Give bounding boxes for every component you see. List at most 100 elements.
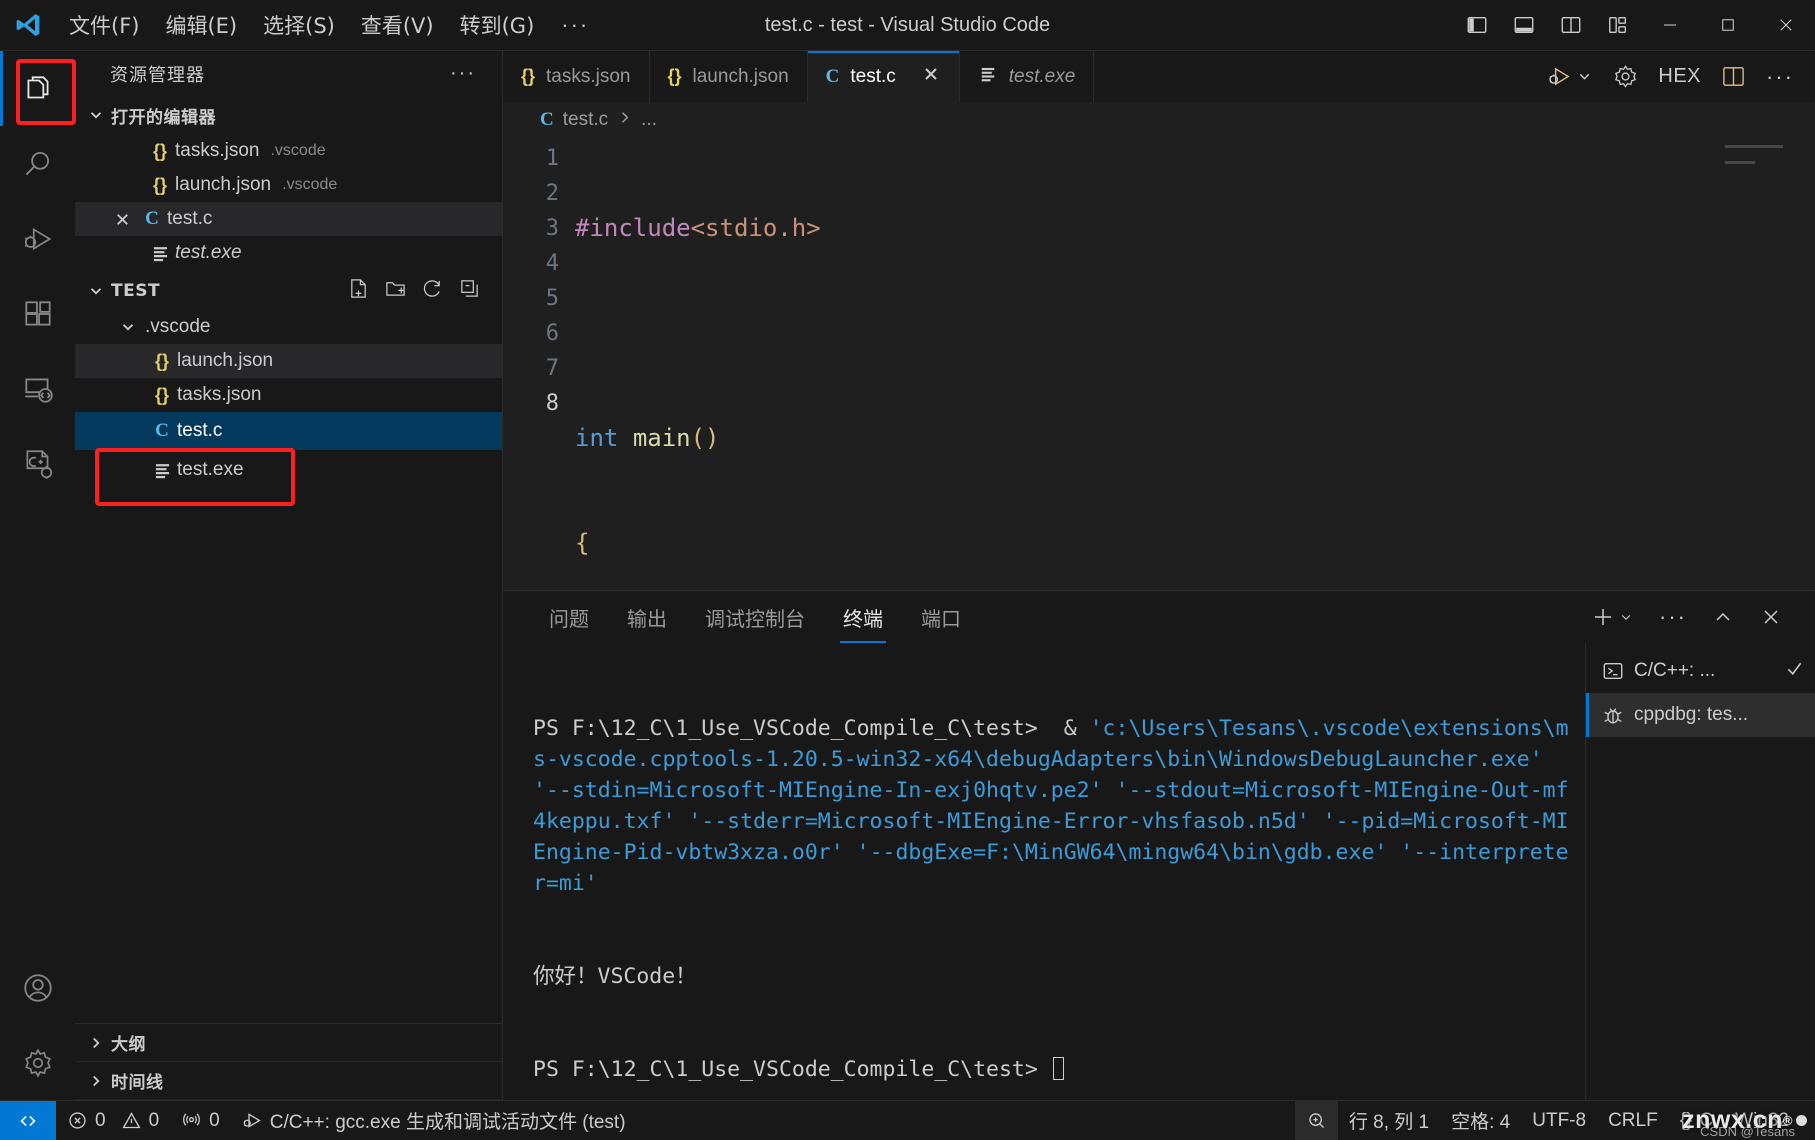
activitybar-item-run-debug[interactable] <box>0 201 75 276</box>
json-file-icon: {} <box>152 140 167 161</box>
line-number: 7 <box>545 356 559 381</box>
panel-tab-problems[interactable]: 问题 <box>533 591 605 643</box>
new-folder-icon[interactable] <box>385 278 406 304</box>
tree-item-test-c[interactable]: C test.c <box>75 412 502 450</box>
minimap[interactable] <box>1725 145 1795 205</box>
panel-tab-terminal[interactable]: 终端 <box>827 591 899 643</box>
open-editor-row[interactable]: {} tasks.json .vscode <box>75 134 502 168</box>
hex-editor-button[interactable]: HEX <box>1651 57 1708 96</box>
collapse-all-icon[interactable] <box>459 278 480 304</box>
tab-tasks-json[interactable]: {} tasks.json <box>503 51 650 102</box>
close-icon[interactable] <box>107 210 137 229</box>
panel-tab-debug-console[interactable]: 调试控制台 <box>689 591 821 643</box>
breadcrumb-rest[interactable]: ... <box>641 109 657 131</box>
panel-more-button[interactable]: ··· <box>1649 597 1697 637</box>
tab-close-icon[interactable] <box>921 64 941 90</box>
section-open-editors-label: 打开的编辑器 <box>111 107 216 128</box>
activitybar-item-cpp-config[interactable] <box>0 426 75 501</box>
tree-item-label: test.c <box>177 420 223 441</box>
status-cursor-position[interactable]: 行 8, 列 1 <box>1338 1101 1440 1140</box>
window-maximize-button[interactable] <box>1699 0 1757 50</box>
json-file-icon: {} <box>667 66 682 86</box>
code-editor[interactable]: 1 2 3 4 5 6 7 8 #include<stdio.h> int ma… <box>503 137 1815 590</box>
menu-bar: 文件(F) 编辑(E) 选择(S) 查看(V) 转到(G) ··· <box>56 4 603 46</box>
menu-selection[interactable]: 选择(S) <box>250 4 348 46</box>
new-terminal-button[interactable] <box>1581 598 1645 636</box>
activitybar-item-explorer[interactable] <box>0 51 75 126</box>
menu-goto[interactable]: 转到(G) <box>447 4 548 46</box>
breadcrumb[interactable]: C test.c ... <box>503 102 1815 137</box>
panel-close-button[interactable] <box>1749 598 1793 636</box>
status-platform[interactable]: Win32 <box>1724 1101 1815 1140</box>
tab-label: tasks.json <box>546 65 631 87</box>
tree-item-label: .vscode <box>145 316 211 337</box>
activitybar-item-search[interactable] <box>0 126 75 201</box>
open-editor-row[interactable]: test.exe <box>75 236 502 270</box>
status-active-task[interactable]: C/C++: gcc.exe 生成和调试活动文件 (test) <box>231 1101 637 1140</box>
menu-more-button[interactable]: ··· <box>547 8 603 42</box>
activitybar-item-manage[interactable] <box>0 1025 75 1100</box>
terminal-session-cpp-build[interactable]: C/C++: ... <box>1586 649 1815 693</box>
terminal-output[interactable]: PS F:\12_C\1_Use_VSCode_Compile_C\test> … <box>503 643 1585 1100</box>
toggle-panel-icon[interactable] <box>1500 0 1547 50</box>
tree-item-vscode-folder[interactable]: .vscode <box>75 310 502 344</box>
status-encoding[interactable]: UTF-8 <box>1521 1101 1597 1140</box>
open-editor-row-active[interactable]: C test.c <box>75 202 502 236</box>
chevron-down-icon <box>117 316 139 338</box>
activitybar-item-account[interactable] <box>0 950 75 1025</box>
new-file-icon[interactable] <box>348 278 369 304</box>
editor-scrollbar[interactable] <box>1801 137 1815 590</box>
status-problems[interactable]: 0 0 <box>56 1101 170 1140</box>
breadcrumb-file[interactable]: test.c <box>563 109 608 131</box>
status-indentation[interactable]: 空格: 4 <box>1440 1101 1521 1140</box>
tree-item-test-exe[interactable]: test.exe <box>75 450 502 490</box>
panel-actions: ··· <box>1581 597 1815 637</box>
section-project-test[interactable]: TEST <box>75 272 502 310</box>
status-eol[interactable]: CRLF <box>1597 1101 1669 1140</box>
toggle-secondary-sidebar-icon[interactable] <box>1547 0 1594 50</box>
remote-window-button[interactable] <box>0 1101 56 1140</box>
panel-tab-ports[interactable]: 端口 <box>905 591 977 643</box>
settings-gear-button[interactable] <box>1606 56 1645 97</box>
tab-launch-json[interactable]: {} launch.json <box>649 51 808 102</box>
tab-test-exe[interactable]: test.exe <box>959 51 1095 102</box>
menu-edit[interactable]: 编辑(E) <box>152 4 250 46</box>
session-label: C/C++: ... <box>1634 660 1716 681</box>
panel-more-label: ··· <box>1659 604 1687 629</box>
open-editor-row[interactable]: {} launch.json .vscode <box>75 168 502 202</box>
code-content[interactable]: #include<stdio.h> int main() { printf("你… <box>575 137 1815 590</box>
section-open-editors[interactable]: 打开的编辑器 <box>75 96 502 134</box>
section-timeline[interactable]: 时间线 <box>75 1062 502 1100</box>
panel-maximize-button[interactable] <box>1701 598 1745 636</box>
c-file-icon: C <box>540 108 554 130</box>
sidebar-more-button[interactable]: ··· <box>442 62 484 85</box>
open-editor-name: tasks.json <box>175 140 260 161</box>
section-outline[interactable]: 大纲 <box>75 1024 502 1062</box>
activitybar-item-remote-explorer[interactable] <box>0 351 75 426</box>
sidebar-header: 资源管理器 ··· <box>75 51 502 96</box>
panel-tab-output[interactable]: 输出 <box>611 591 683 643</box>
terminal-session-cppdbg[interactable]: cppdbg: tes... <box>1586 693 1815 737</box>
tree-item-tasks-json[interactable]: {} tasks.json <box>75 378 502 412</box>
menu-file[interactable]: 文件(F) <box>56 4 152 46</box>
tab-test-c[interactable]: C test.c <box>807 51 960 102</box>
sidebar-bottom-sections: 大纲 时间线 <box>75 1023 502 1100</box>
run-debug-button[interactable] <box>1540 56 1600 97</box>
tree-item-label: launch.json <box>177 350 274 371</box>
tree-item-launch-json[interactable]: {} launch.json <box>75 344 502 378</box>
status-radio-tower[interactable]: 0 <box>170 1101 231 1140</box>
status-language-mode[interactable]: {} C <box>1669 1101 1724 1140</box>
customize-layout-icon[interactable] <box>1594 0 1641 50</box>
editor-more-button[interactable]: ··· <box>1759 56 1801 98</box>
activitybar-item-extensions[interactable] <box>0 276 75 351</box>
split-editor-button[interactable] <box>1714 56 1753 97</box>
menu-view[interactable]: 查看(V) <box>348 4 447 46</box>
status-zoom-button[interactable] <box>1294 1101 1338 1140</box>
refresh-icon[interactable] <box>422 278 443 304</box>
line-number: 6 <box>545 321 559 346</box>
toggle-primary-sidebar-icon[interactable] <box>1453 0 1500 50</box>
window-minimize-button[interactable] <box>1641 0 1699 50</box>
window-close-button[interactable] <box>1757 0 1815 50</box>
explorer-sidebar: 资源管理器 ··· 打开的编辑器 {} tasks.json .vscode {… <box>75 51 503 1100</box>
